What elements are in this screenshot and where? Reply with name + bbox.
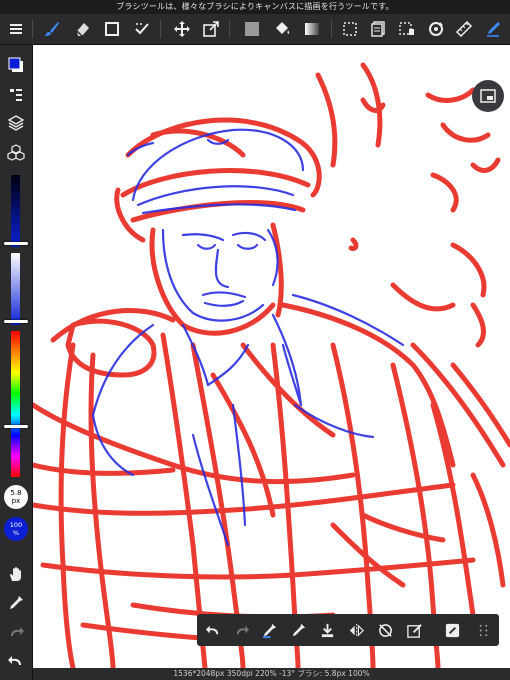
- rotate-icon[interactable]: [424, 17, 448, 41]
- grid-icon[interactable]: [471, 618, 495, 642]
- pen-active-icon[interactable]: [481, 17, 505, 41]
- rect-icon[interactable]: [100, 17, 124, 41]
- transform-icon[interactable]: [199, 17, 223, 41]
- tag-icon[interactable]: [440, 618, 464, 642]
- hand-icon[interactable]: [4, 562, 28, 586]
- navigator-button[interactable]: [472, 80, 504, 112]
- undo-icon[interactable]: [201, 618, 225, 642]
- layers-icon[interactable]: [4, 111, 28, 135]
- fill-color-icon[interactable]: [240, 17, 264, 41]
- layer-copy-icon[interactable]: [366, 17, 390, 41]
- rotate-cancel-icon[interactable]: [373, 618, 397, 642]
- hue-brightness-slider[interactable]: [11, 175, 20, 247]
- material-list-icon[interactable]: [4, 83, 28, 107]
- redo-icon[interactable]: [229, 618, 253, 642]
- flip-icon[interactable]: [344, 618, 368, 642]
- tool-hint: ブラシツールは、様々なブラシによりキャンバスに描画を行うツールです。: [0, 0, 510, 14]
- brush-size-unit: px: [11, 497, 21, 505]
- import-icon[interactable]: [315, 618, 339, 642]
- navigator-icon: [480, 89, 496, 103]
- color-swatch[interactable]: [4, 53, 28, 77]
- status-bar: 1536*2048px 350dpi 220% -13° ブラシ: 5.8px …: [33, 668, 510, 680]
- eyedropper-blue-icon[interactable]: [257, 618, 281, 642]
- edit-icon[interactable]: [402, 618, 426, 642]
- gradient-icon[interactable]: [300, 17, 324, 41]
- move-icon[interactable]: [170, 17, 194, 41]
- magic-wand-icon[interactable]: [130, 17, 154, 41]
- bucket-icon[interactable]: [270, 17, 294, 41]
- slider-handle[interactable]: [4, 425, 28, 428]
- brush-size-button[interactable]: 5.8 px: [4, 485, 28, 509]
- brush-opacity-unit: %: [12, 529, 20, 537]
- undo-icon[interactable]: [4, 649, 28, 673]
- sketch-artwork: [33, 62, 510, 668]
- eyedropper-icon[interactable]: [4, 591, 28, 615]
- top-toolbar: [0, 14, 510, 45]
- brush-opacity-value: 100: [9, 521, 23, 529]
- slider-handle[interactable]: [4, 242, 28, 245]
- brush-size-value: 5.8: [10, 489, 22, 497]
- eraser-icon[interactable]: [70, 17, 94, 41]
- brush-opacity-button[interactable]: 100 %: [4, 517, 28, 541]
- left-sidebar: 5.8 px 100 %: [0, 45, 33, 680]
- saturation-slider[interactable]: [11, 253, 20, 325]
- drawing-canvas[interactable]: [33, 45, 510, 668]
- material-cubes-icon[interactable]: [4, 140, 28, 164]
- quick-access-toolbar: [197, 614, 499, 646]
- selection-icon[interactable]: [338, 17, 362, 41]
- selection-edit-icon[interactable]: [395, 17, 419, 41]
- hue-slider[interactable]: [11, 331, 20, 477]
- brush-icon[interactable]: [40, 17, 64, 41]
- ruler-icon[interactable]: [452, 17, 476, 41]
- dropper-icon[interactable]: [286, 618, 310, 642]
- slider-handle[interactable]: [4, 320, 28, 323]
- menu-icon[interactable]: [4, 17, 28, 41]
- redo-icon[interactable]: [4, 620, 28, 644]
